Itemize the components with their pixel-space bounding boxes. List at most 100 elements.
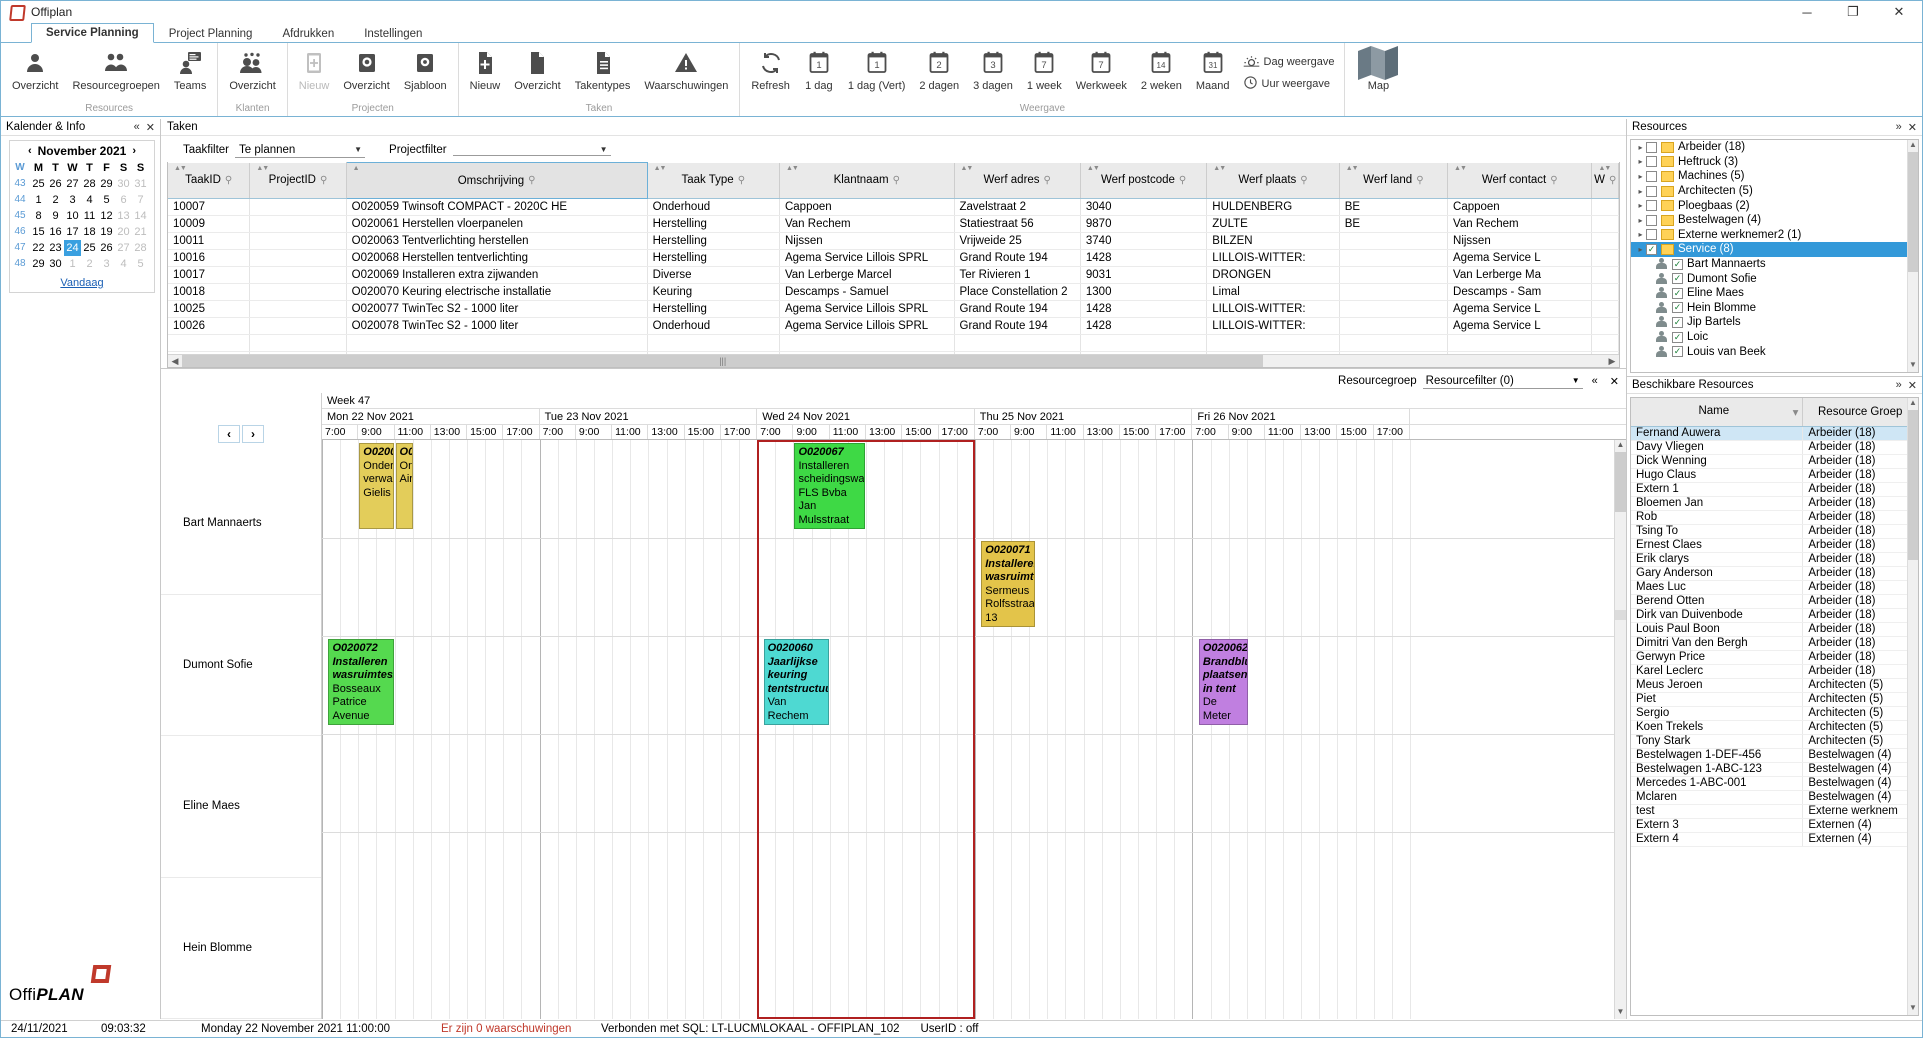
ribbon-button-nieuw[interactable]: Nieuw [463, 45, 508, 94]
sort-icon[interactable]: ▲▼ [256, 165, 269, 172]
list-item[interactable]: test Externe werknem [1631, 804, 1918, 819]
expand-icon[interactable]: ▸ [1635, 187, 1646, 196]
calendar-day[interactable]: 13 [115, 208, 132, 224]
projectfilter-select[interactable]: ▼ [452, 144, 611, 156]
minimize-button[interactable]: ─ [1784, 1, 1830, 23]
search-icon[interactable]: ⚲ [1416, 175, 1423, 186]
ribbon-button-2-weken[interactable]: 14 2 weken [1134, 45, 1189, 94]
calendar-day[interactable]: 18 [81, 224, 98, 240]
checkbox[interactable]: ✓ [1672, 273, 1683, 285]
calendar-day[interactable]: 8 [30, 208, 47, 224]
available-scroll-thumb[interactable] [1908, 410, 1918, 560]
checkbox[interactable] [1646, 141, 1657, 153]
ribbon-button-werkweek[interactable]: 7 Werkweek [1069, 45, 1134, 94]
hscroll-track[interactable]: ||| [182, 354, 1605, 367]
expand-icon[interactable]: ▸ [1635, 143, 1646, 152]
appointment-block[interactable]: O020071 Installeren wasruimtes/toiletten… [981, 541, 1036, 627]
checkbox[interactable]: ✓ [1646, 243, 1657, 255]
calendar-day[interactable]: 12 [98, 208, 115, 224]
ribbon-button-2-dagen[interactable]: 2 2 dagen [912, 45, 966, 94]
list-item[interactable]: Maes Luc Arbeider (18) [1631, 580, 1918, 595]
appointment-block[interactable]: O020060 Jaarlijkse keuring tentstructuur… [763, 639, 829, 725]
list-item[interactable]: Davy Vliegen Arbeider (18) [1631, 440, 1918, 455]
scheduler-resource-row[interactable]: Dumont Sofie [161, 595, 321, 736]
tree-node-loic[interactable]: ✓ Loic [1631, 330, 1918, 345]
taken-column-werf-land[interactable]: ▲▼ Werf land ⚲ [1339, 162, 1449, 199]
calendar-prev-month[interactable]: ‹ [28, 145, 32, 157]
close-icon[interactable]: ✕ [143, 121, 158, 134]
ribbon-button-maand[interactable]: 31 Maand [1189, 45, 1237, 94]
list-item[interactable]: Extern 4 Externen (4) [1631, 832, 1918, 847]
ribbon-button-overzicht[interactable]: Overzicht [507, 45, 567, 94]
checkbox[interactable] [1646, 170, 1657, 182]
list-item[interactable]: Dick Wenning Arbeider (18) [1631, 454, 1918, 469]
list-item[interactable]: Bestelwagen 1-DEF-456 Bestelwagen (4) [1631, 748, 1918, 763]
search-icon[interactable]: ⚲ [225, 175, 232, 186]
list-item[interactable]: Tsing To Arbeider (18) [1631, 524, 1918, 539]
search-icon[interactable]: ⚲ [738, 175, 745, 186]
calendar-day[interactable]: 31 [132, 176, 149, 192]
scroll-up-icon[interactable]: ▲ [1615, 440, 1626, 452]
scheduler-resource-row[interactable]: Eline Maes [161, 736, 321, 878]
list-item[interactable]: Karel Leclerc Arbeider (18) [1631, 664, 1918, 679]
ribbon-button-teams[interactable]: Teams [167, 45, 213, 94]
ribbon-button-sjabloon[interactable]: Sjabloon [397, 45, 454, 94]
ribbon-button-1-week[interactable]: 7 1 week [1020, 45, 1069, 94]
expand-icon[interactable]: ▸ [1635, 201, 1646, 210]
sort-icon[interactable]: ▲▼ [1087, 165, 1100, 172]
ribbon-tab-project-planning[interactable]: Project Planning [154, 24, 268, 43]
checkbox[interactable]: ✓ [1672, 331, 1683, 343]
calendar-day[interactable]: 22 [30, 240, 47, 256]
available-resources-grid[interactable]: Name ▾ Resource Groep Fernand Auwera Arbeid… [1630, 397, 1919, 1016]
scheduler-vscrollbar[interactable]: ▲ ▼ [1614, 440, 1626, 1019]
close-icon[interactable]: ✕ [1905, 379, 1920, 392]
calendar-day[interactable]: 2 [81, 256, 98, 272]
maximize-button[interactable]: ❐ [1830, 1, 1876, 23]
calendar-day[interactable]: 4 [81, 192, 98, 208]
appointment-block[interactable]: O020062 Brandblussers plaatsen in tentDe… [1198, 639, 1248, 725]
calendar-day[interactable]: 9 [47, 208, 64, 224]
scroll-left-icon[interactable]: ◀ [168, 356, 182, 367]
close-button[interactable]: ✕ [1876, 1, 1922, 23]
scheduler-collapse-icon[interactable]: « [1589, 375, 1601, 387]
table-row[interactable]: 10011 O020063 Tentverlichting herstellen H… [168, 232, 1619, 250]
search-icon[interactable]: ⚲ [1550, 175, 1557, 186]
search-icon[interactable]: ⚲ [528, 175, 535, 186]
calendar-day[interactable]: 23 [47, 240, 64, 256]
tree-node-hein-blomme[interactable]: ✓ Hein Blomme [1631, 301, 1918, 316]
sort-icon[interactable]: ▲▼ [1598, 165, 1611, 172]
table-row[interactable]: 10017 O020069 Installeren extra zijwanden… [168, 266, 1619, 284]
scroll-up-icon[interactable]: ▲ [1908, 140, 1918, 152]
calendar-day[interactable]: 5 [98, 192, 115, 208]
calendar-day[interactable]: 4 [115, 256, 132, 272]
taken-column-taak-type[interactable]: ▲▼ Taak Type ⚲ [647, 162, 780, 199]
scheduler-resource-row[interactable]: Bart Mannaerts [161, 453, 321, 595]
ribbon-button-resourcegroepen[interactable]: Resourcegroepen [65, 45, 166, 94]
expand-icon[interactable]: ▸ [1635, 157, 1646, 166]
calendar-today-link[interactable]: Vandaag [10, 272, 154, 292]
calendar-day[interactable]: 28 [81, 176, 98, 192]
expand-icon[interactable]: ▸ [1635, 245, 1646, 254]
scheduler-gantt-area[interactable]: O020064OnderhoudverwarmingsinstallatieGi… [322, 440, 1626, 1019]
calendar-day[interactable]: 5 [132, 256, 149, 272]
scroll-up-icon[interactable]: ▲ [1908, 398, 1918, 410]
calendar-day[interactable]: 25 [81, 240, 98, 256]
tree-node-louis-van-beek[interactable]: ✓ Louis van Beek [1631, 344, 1918, 359]
search-icon[interactable]: ⚲ [1044, 175, 1051, 186]
checkbox[interactable] [1646, 156, 1657, 168]
available-scrollbar[interactable]: ▲ ▼ [1907, 398, 1918, 1015]
checkbox[interactable] [1646, 185, 1657, 197]
appointment-block[interactable]: O020067Installeren scheidingswandenFLS B… [794, 443, 865, 529]
ribbon-button-1-dag[interactable]: 1 1 dag [797, 45, 841, 94]
list-item[interactable]: Extern 3 Externen (4) [1631, 818, 1918, 833]
taken-column-omschrijving[interactable]: ▲ Omschrijving ⚲ [345, 162, 648, 199]
ribbon-button-3-dagen[interactable]: 3 3 dagen [966, 45, 1020, 94]
ribbon-button-dag-weergave[interactable]: Dag weergave [1237, 51, 1341, 73]
calendar-day[interactable]: 10 [64, 208, 81, 224]
list-item[interactable]: Mercedes 1-ABC-001 Bestelwagen (4) [1631, 776, 1918, 791]
list-item[interactable]: Fernand Auwera Arbeider (18) [1631, 426, 1918, 441]
list-item[interactable]: Tony Stark Architecten (5) [1631, 734, 1918, 749]
tree-node-jip-bartels[interactable]: ✓ Jip Bartels [1631, 315, 1918, 330]
calendar-day-selected[interactable]: 24 [64, 240, 81, 256]
list-item[interactable]: Extern 1 Arbeider (18) [1631, 482, 1918, 497]
